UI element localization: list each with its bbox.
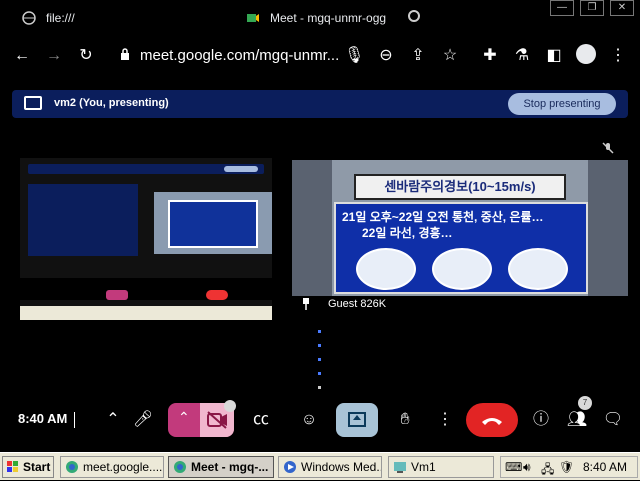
mini-taskbar (20, 306, 272, 320)
globe-icon (22, 11, 36, 25)
extensions-icon[interactable]: ✚ (480, 46, 500, 66)
chevron-up-icon: ⌃ (178, 409, 190, 425)
taskbar-item-label: Vm1 (411, 460, 436, 474)
close-tab-icon[interactable]: ✕ (0, 2, 13, 19)
mini-meet-bar (20, 278, 272, 300)
taskbar-item-vm1[interactable]: Vm1 (388, 456, 494, 478)
sign-line-2: 22일 라선, 경흥… (362, 226, 453, 240)
network-icon[interactable]: 🖧 (541, 460, 554, 481)
security-icon[interactable]: 🛡︎ (559, 460, 574, 474)
volume-icon[interactable]: 🔊︎ (523, 460, 531, 475)
raise-hand-icon[interactable]: ✋︎ (390, 405, 420, 435)
taskbar-item-media[interactable]: Windows Med... (278, 456, 382, 478)
meet-icon (247, 14, 259, 22)
meeting-time: 8:40 AM (18, 411, 68, 426)
menu-icon[interactable]: ⋮ (608, 46, 628, 66)
system-tray: ⌨ 🔊︎ 🖧 🛡︎ 8:40 AM (500, 456, 638, 478)
presenting-bar: vm2 (You, presenting) Stop presenting (12, 90, 628, 118)
present-now-button[interactable] (336, 403, 378, 437)
presenting-label: vm2 (You, presenting) (54, 97, 169, 109)
chat-icon[interactable]: 🗨︎ (598, 405, 628, 435)
more-options-icon[interactable]: ⋮ (430, 405, 460, 435)
taskbar-item-label: Windows Med... (301, 460, 382, 474)
chevron-up-icon[interactable]: ⌃ (98, 405, 128, 435)
leave-call-button[interactable] (466, 403, 518, 437)
start-button[interactable]: Start (2, 456, 54, 478)
chrome-icon (174, 461, 186, 473)
media-player-icon (284, 461, 296, 473)
star-icon[interactable]: ☆ (440, 46, 460, 66)
mini-camera-button (106, 290, 128, 300)
mini-right-tile (154, 192, 272, 254)
mini-left-tile (28, 184, 138, 256)
taskbar-item-label: meet.google.... (83, 460, 163, 474)
taskbar-item-meet-1[interactable]: meet.google.... (60, 456, 164, 478)
rock-right (588, 160, 628, 296)
pin-icon (303, 298, 309, 310)
browser-toolbar: ← → ↻ meet.google.com/mgq-unmr... 🎙 ⊖ ⇪ … (0, 38, 640, 74)
lock-icon (121, 48, 129, 60)
sign-title: 센바람주의경보(10~15m/s) (354, 174, 566, 200)
stop-presenting-button[interactable]: Stop presenting (508, 93, 616, 115)
forward-icon[interactable]: → (44, 46, 64, 66)
taskbar-item-label: Meet - mgq-... (191, 460, 269, 474)
tab-strip: file:/// ✕ Meet - mgq-unmr-ogg ✕ — ❐ ✕ (0, 0, 640, 38)
camera-badge (224, 400, 236, 412)
divider (74, 412, 75, 428)
sidepanel-icon[interactable]: ◧ (544, 46, 564, 66)
mic-icon[interactable]: 🎙 (344, 46, 364, 66)
tab-label: file:/// (46, 11, 75, 25)
hangup-icon (482, 418, 502, 425)
zoom-icon[interactable]: ⊖ (376, 46, 396, 66)
tab-meet[interactable]: Meet - mgq-unmr-ogg (246, 4, 386, 32)
loading-dots (318, 330, 321, 389)
taskbar-clock: 8:40 AM (582, 460, 627, 474)
close-window-icon[interactable]: ✕ (610, 0, 634, 16)
taskbar-item-meet-2[interactable]: Meet - mgq-... (168, 456, 274, 478)
mic-off-icon (602, 142, 614, 154)
windows-flag-icon (7, 461, 18, 472)
share-icon[interactable]: ⇪ (408, 46, 428, 66)
rock-left (292, 160, 332, 296)
avatar[interactable] (576, 44, 596, 64)
warning-pictogram (356, 248, 416, 290)
vm-icon (394, 462, 406, 473)
tree-pictogram (432, 248, 492, 290)
mini-hangup-button (206, 290, 228, 300)
windows-taskbar: Start meet.google.... Meet - mgq-... Win… (0, 452, 640, 480)
labs-icon[interactable]: ⚗ (512, 46, 532, 66)
present-screen-icon (24, 96, 42, 110)
chrome-icon (66, 461, 78, 473)
present-icon (348, 412, 366, 427)
mini-presenting-bar (28, 164, 264, 174)
recording-icon (408, 10, 420, 22)
sign-board: 21일 오후~22일 오전 통천, 중산, 은률… 22일 라선, 경흥… (334, 202, 588, 294)
keyboard-icon[interactable]: ⌨ (505, 460, 522, 474)
window-controls: — ❐ ✕ (550, 0, 634, 16)
captions-icon[interactable]: ㏄ (246, 405, 276, 435)
minimize-icon[interactable]: — (550, 0, 574, 16)
guest-name: Guest 826K (328, 298, 387, 310)
start-label: Start (23, 460, 51, 474)
guest-video-tile[interactable]: 센바람주의경보(10~15m/s) 21일 오후~22일 오전 통천, 중산, … (292, 160, 628, 296)
mini-browser-chrome (20, 128, 272, 158)
address-bar[interactable]: meet.google.com/mgq-unmr... (140, 47, 339, 64)
emoji-icon[interactable]: ☺ (294, 405, 324, 435)
self-presentation-tile[interactable] (20, 128, 272, 320)
microphone-icon[interactable]: 🎤︎ (128, 405, 158, 435)
people-count-badge: 7 (578, 396, 592, 410)
tab-file[interactable]: file:/// (22, 4, 75, 32)
info-icon[interactable]: ⓘ (526, 405, 556, 435)
sign-line-1: 21일 오후~22일 오전 통천, 중산, 은률… (342, 210, 544, 224)
wave-pictogram (508, 248, 568, 290)
restore-icon[interactable]: ❐ (580, 0, 604, 16)
back-icon[interactable]: ← (12, 46, 32, 66)
reload-icon[interactable]: ↻ (76, 46, 96, 66)
tab-label: Meet - mgq-unmr-ogg (270, 11, 387, 25)
